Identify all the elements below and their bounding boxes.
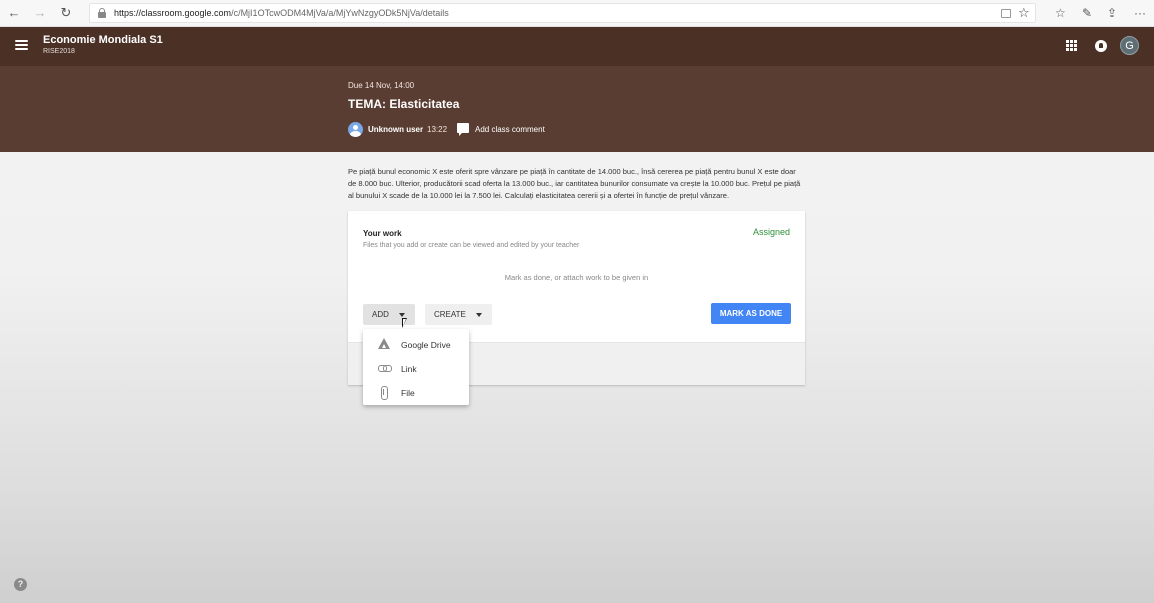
share-icon[interactable]: ⇪ bbox=[1107, 4, 1117, 22]
menu-item-label: Link bbox=[401, 364, 417, 374]
assignment-title: TEMA: Elasticitatea bbox=[348, 97, 460, 111]
pen-icon[interactable]: ✎ bbox=[1082, 4, 1092, 22]
class-title[interactable]: Economie Mondiala S1 bbox=[43, 34, 163, 46]
author-name: Unknown user bbox=[368, 125, 424, 134]
menu-icon[interactable] bbox=[15, 40, 28, 51]
forward-arrow-icon[interactable]: → bbox=[30, 4, 50, 22]
due-date: Due 14 Nov, 14:00 bbox=[348, 81, 415, 90]
your-work-subtitle: Files that you add or create can be view… bbox=[363, 242, 580, 249]
apps-grid-icon[interactable] bbox=[1066, 40, 1077, 51]
menu-item-label: Google Drive bbox=[401, 340, 451, 350]
create-button[interactable]: CREATE bbox=[425, 304, 492, 325]
menu-item-link[interactable]: Link bbox=[363, 356, 469, 380]
url-path: /c/MjI1OTcwODM4MjVa/a/MjYwNzgyODk5NjVa/d… bbox=[231, 8, 449, 18]
notifications-icon[interactable] bbox=[1095, 40, 1107, 52]
account-avatar[interactable]: G bbox=[1120, 36, 1139, 55]
your-work-title: Your work bbox=[363, 229, 402, 238]
reload-icon[interactable]: ↻ bbox=[56, 4, 76, 22]
class-section: RISE2018 bbox=[43, 48, 75, 55]
status-badge: Assigned bbox=[753, 227, 791, 237]
google-drive-icon bbox=[378, 338, 390, 350]
favorites-icon[interactable]: ☆ bbox=[1055, 4, 1066, 22]
post-time: 13:22 bbox=[427, 125, 448, 134]
lock-icon bbox=[98, 8, 106, 18]
reading-view-icon[interactable] bbox=[1001, 9, 1011, 18]
browser-toolbar: ← → ↻ https://classroom.google.com/c/MjI… bbox=[0, 0, 1154, 27]
add-class-comment-link[interactable]: Add class comment bbox=[475, 125, 545, 134]
menu-item-label: File bbox=[401, 388, 415, 398]
create-button-label: CREATE bbox=[434, 310, 466, 319]
star-icon[interactable]: ☆ bbox=[1018, 5, 1030, 21]
back-arrow-icon[interactable]: ← bbox=[4, 4, 24, 22]
add-dropdown-menu: Google Drive Link File bbox=[363, 329, 469, 405]
more-icon[interactable]: ··· bbox=[1134, 4, 1146, 22]
link-icon bbox=[378, 362, 392, 374]
chevron-down-icon bbox=[476, 313, 482, 317]
chevron-down-icon bbox=[399, 313, 405, 317]
mouse-cursor-icon bbox=[402, 318, 411, 328]
attachment-icon bbox=[378, 386, 390, 400]
url-host: https://classroom.google.com bbox=[114, 8, 232, 18]
menu-item-google-drive[interactable]: Google Drive bbox=[363, 332, 469, 356]
mark-as-done-button[interactable]: MARK AS DONE bbox=[711, 303, 791, 324]
comment-icon[interactable] bbox=[457, 123, 469, 136]
work-hint: Mark as done, or attach work to be given… bbox=[504, 273, 649, 282]
address-bar[interactable]: https://classroom.google.com/c/MjI1OTcwO… bbox=[89, 3, 1036, 23]
add-button-label: ADD bbox=[372, 310, 389, 319]
app-header: Economie Mondiala S1 RISE2018 G bbox=[0, 27, 1154, 66]
url-text[interactable]: https://classroom.google.com/c/MjI1OTcwO… bbox=[114, 8, 449, 18]
user-avatar-icon bbox=[348, 122, 363, 137]
assignment-description: Pe piață bunul economic X este oferit sp… bbox=[348, 167, 801, 200]
help-icon[interactable]: ? bbox=[14, 578, 27, 591]
menu-item-file[interactable]: File bbox=[363, 380, 469, 404]
assignment-banner: Due 14 Nov, 14:00 TEMA: Elasticitatea Un… bbox=[0, 66, 1154, 152]
